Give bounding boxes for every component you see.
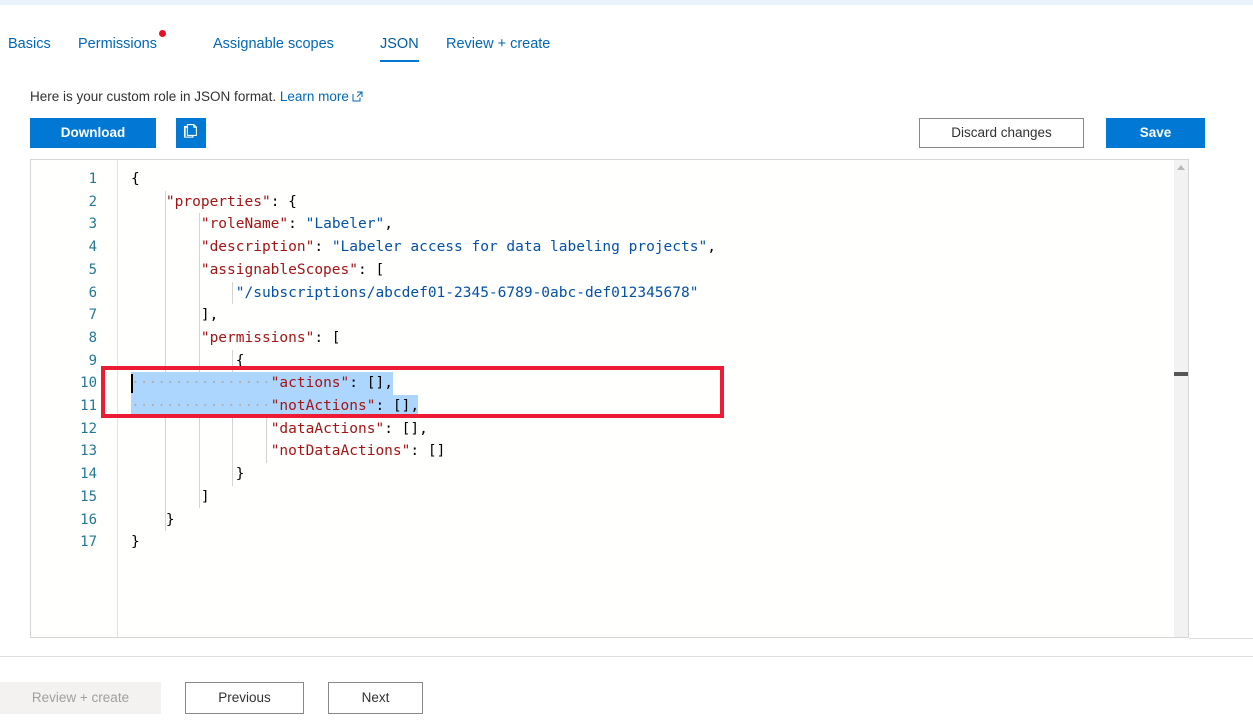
code-line-text: ················"notActions": [], [131, 398, 420, 414]
code-line[interactable]: } [131, 463, 245, 486]
code-line[interactable]: "properties": { [131, 191, 297, 214]
code-line-text: ], [200, 307, 219, 324]
code-line-text: "permissions": [ [200, 329, 341, 346]
top-accent-strip [0, 0, 1253, 5]
save-button[interactable]: Save [1106, 118, 1205, 148]
code-line[interactable]: ] [131, 486, 210, 509]
code-line[interactable]: ], [131, 304, 218, 327]
tab-alert-dot-icon [158, 30, 166, 37]
code-line[interactable]: ················"notActions": [], [131, 395, 419, 418]
wizard-footer: Review + create Previous Next [0, 656, 1253, 722]
download-button[interactable]: Download [30, 118, 156, 148]
line-number: 4 [88, 239, 97, 256]
code-line[interactable]: "roleName": "Labeler", [131, 213, 393, 236]
external-link-icon [352, 89, 363, 107]
code-line[interactable]: { [131, 350, 245, 373]
line-number: 9 [88, 352, 97, 369]
editor-line-number-gutter: 1 2 3 4 5 6 7 8 9 10 11 12 13 14 15 16 17 [31, 160, 117, 637]
line-number: 10 [80, 375, 97, 392]
tab-basics[interactable]: Basics [8, 34, 51, 62]
wizard-tab-bar: Basics Permissions Assignable scopes JSON Re… [0, 30, 1253, 68]
code-line-text: "notDataActions": [] [270, 443, 446, 460]
json-code-editor[interactable]: 1 2 3 4 5 6 7 8 9 10 11 12 13 14 15 16 17 { "properties"… [30, 159, 1189, 638]
code-line-text: { [131, 171, 140, 187]
page-description: Here is your custom role in JSON format.… [30, 88, 363, 107]
line-number: 7 [88, 307, 97, 324]
copy-icon [182, 123, 200, 144]
learn-more-link[interactable]: Learn more [280, 89, 349, 104]
code-line[interactable]: "/subscriptions/abcdef01-2345-6789-0abc-… [131, 282, 699, 305]
tab-assignable-scopes[interactable]: Assignable scopes [213, 34, 334, 62]
code-line[interactable]: "assignableScopes": [ [131, 259, 384, 282]
line-number: 16 [80, 511, 97, 528]
tab-label: Permissions [78, 36, 157, 52]
line-number: 11 [80, 398, 97, 414]
tab-review-create[interactable]: Review + create [446, 34, 550, 62]
code-line[interactable]: } [131, 509, 175, 532]
line-number: 12 [80, 420, 97, 437]
tab-label: JSON [380, 36, 419, 52]
code-line-text: "roleName": "Labeler", [200, 216, 393, 233]
code-line-text: } [165, 511, 175, 528]
text-cursor [131, 374, 133, 394]
line-number: 17 [80, 534, 97, 551]
line-number: 2 [88, 193, 97, 210]
code-line-text: ] [200, 488, 210, 505]
scroll-up-arrow-icon[interactable] [1177, 165, 1185, 170]
tab-permissions[interactable]: Permissions [78, 30, 166, 62]
scrollbar-decoration-marker [1174, 372, 1188, 376]
line-number: 5 [88, 261, 97, 278]
code-line-text: { [235, 352, 245, 369]
code-line[interactable]: "dataActions": [], [131, 418, 428, 441]
discard-changes-button[interactable]: Discard changes [919, 118, 1084, 148]
tab-label: Basics [8, 36, 51, 52]
previous-button[interactable]: Previous [185, 682, 304, 714]
review-create-button[interactable]: Review + create [0, 682, 161, 714]
editor-scrollbar[interactable] [1174, 160, 1188, 637]
editor-command-bar: Download Discard changes Save [0, 118, 1253, 148]
code-line[interactable]: } [131, 531, 140, 554]
editor-code-area[interactable]: { "properties": { "roleName": "Labeler",… [117, 160, 1188, 637]
code-line[interactable]: "permissions": [ [131, 327, 341, 350]
code-line-text: "description": "Labeler access for data … [200, 239, 716, 256]
code-line-text: "assignableScopes": [ [200, 261, 385, 278]
code-line-text: ················"actions": [], [131, 375, 393, 392]
tab-label: Assignable scopes [213, 36, 334, 52]
line-number: 3 [88, 216, 97, 233]
code-line[interactable]: ················"actions": [], [131, 372, 393, 395]
line-number: 6 [88, 284, 97, 301]
code-line-text: } [131, 534, 140, 551]
copy-button[interactable] [176, 118, 206, 148]
code-line[interactable]: "notDataActions": [] [131, 440, 446, 463]
line-number: 1 [88, 171, 97, 187]
line-number: 8 [88, 329, 97, 346]
code-line-text: "properties": { [165, 193, 297, 210]
line-number: 13 [80, 443, 97, 460]
code-line-text: "/subscriptions/abcdef01-2345-6789-0abc-… [235, 284, 699, 301]
footer-divider [0, 656, 1253, 657]
gutter-divider [117, 160, 118, 637]
description-text: Here is your custom role in JSON format. [30, 89, 277, 104]
learn-more-label: Learn more [279, 89, 349, 104]
tab-label: Review + create [446, 36, 551, 52]
code-line[interactable]: { [131, 168, 140, 191]
code-line-text: "dataActions": [], [270, 420, 428, 437]
editor-bottom-edge-line [1189, 638, 1253, 639]
next-button[interactable]: Next [328, 682, 423, 714]
line-number: 15 [80, 488, 97, 505]
line-number: 14 [80, 466, 97, 483]
tab-json[interactable]: JSON [380, 34, 419, 62]
code-line-text: } [235, 466, 245, 483]
code-line[interactable]: "description": "Labeler access for data … [131, 236, 716, 259]
